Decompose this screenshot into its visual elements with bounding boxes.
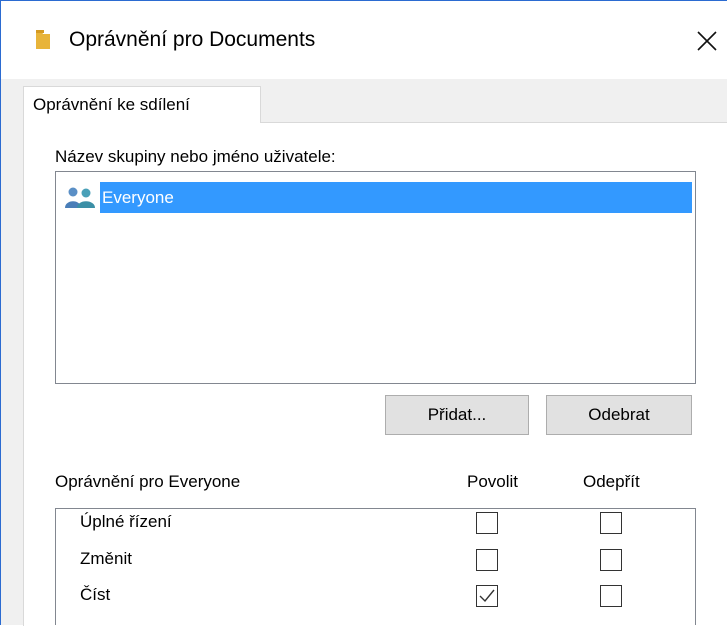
checkmark-icon xyxy=(479,589,495,603)
list-item-everyone[interactable]: Everyone xyxy=(64,182,692,213)
deny-read-checkbox[interactable] xyxy=(600,585,622,607)
folder-icon xyxy=(36,30,50,49)
users-list-label: Název skupiny nebo jméno uživatele: xyxy=(55,147,336,166)
deny-column-header: Odepřít xyxy=(583,472,640,491)
deny-full-control-checkbox[interactable] xyxy=(600,512,622,534)
remove-button[interactable]: Odebrat xyxy=(546,395,692,435)
window-title: Oprávnění pro Documents xyxy=(69,28,316,51)
close-button[interactable] xyxy=(687,21,727,61)
title-bar[interactable]: Oprávnění pro Documents xyxy=(1,1,727,79)
allow-column-header: Povolit xyxy=(467,472,519,491)
deny-change-checkbox[interactable] xyxy=(600,549,622,571)
users-list[interactable]: Everyone xyxy=(55,171,696,384)
permission-label-read: Číst xyxy=(80,585,111,604)
permissions-title: Oprávnění pro Everyone xyxy=(55,472,241,491)
close-icon xyxy=(697,31,717,51)
permission-label-change: Změnit xyxy=(80,549,132,568)
add-button[interactable]: Přidat... xyxy=(385,395,529,435)
permission-label-full-control: Úplné řízení xyxy=(80,512,172,531)
allow-read-checkbox[interactable] xyxy=(476,585,498,607)
tab-share-permissions[interactable]: Oprávnění ke sdílení xyxy=(23,86,261,123)
allow-full-control-checkbox[interactable] xyxy=(476,512,498,534)
list-item-label: Everyone xyxy=(100,182,692,213)
allow-change-checkbox[interactable] xyxy=(476,549,498,571)
users-icon xyxy=(65,187,95,208)
